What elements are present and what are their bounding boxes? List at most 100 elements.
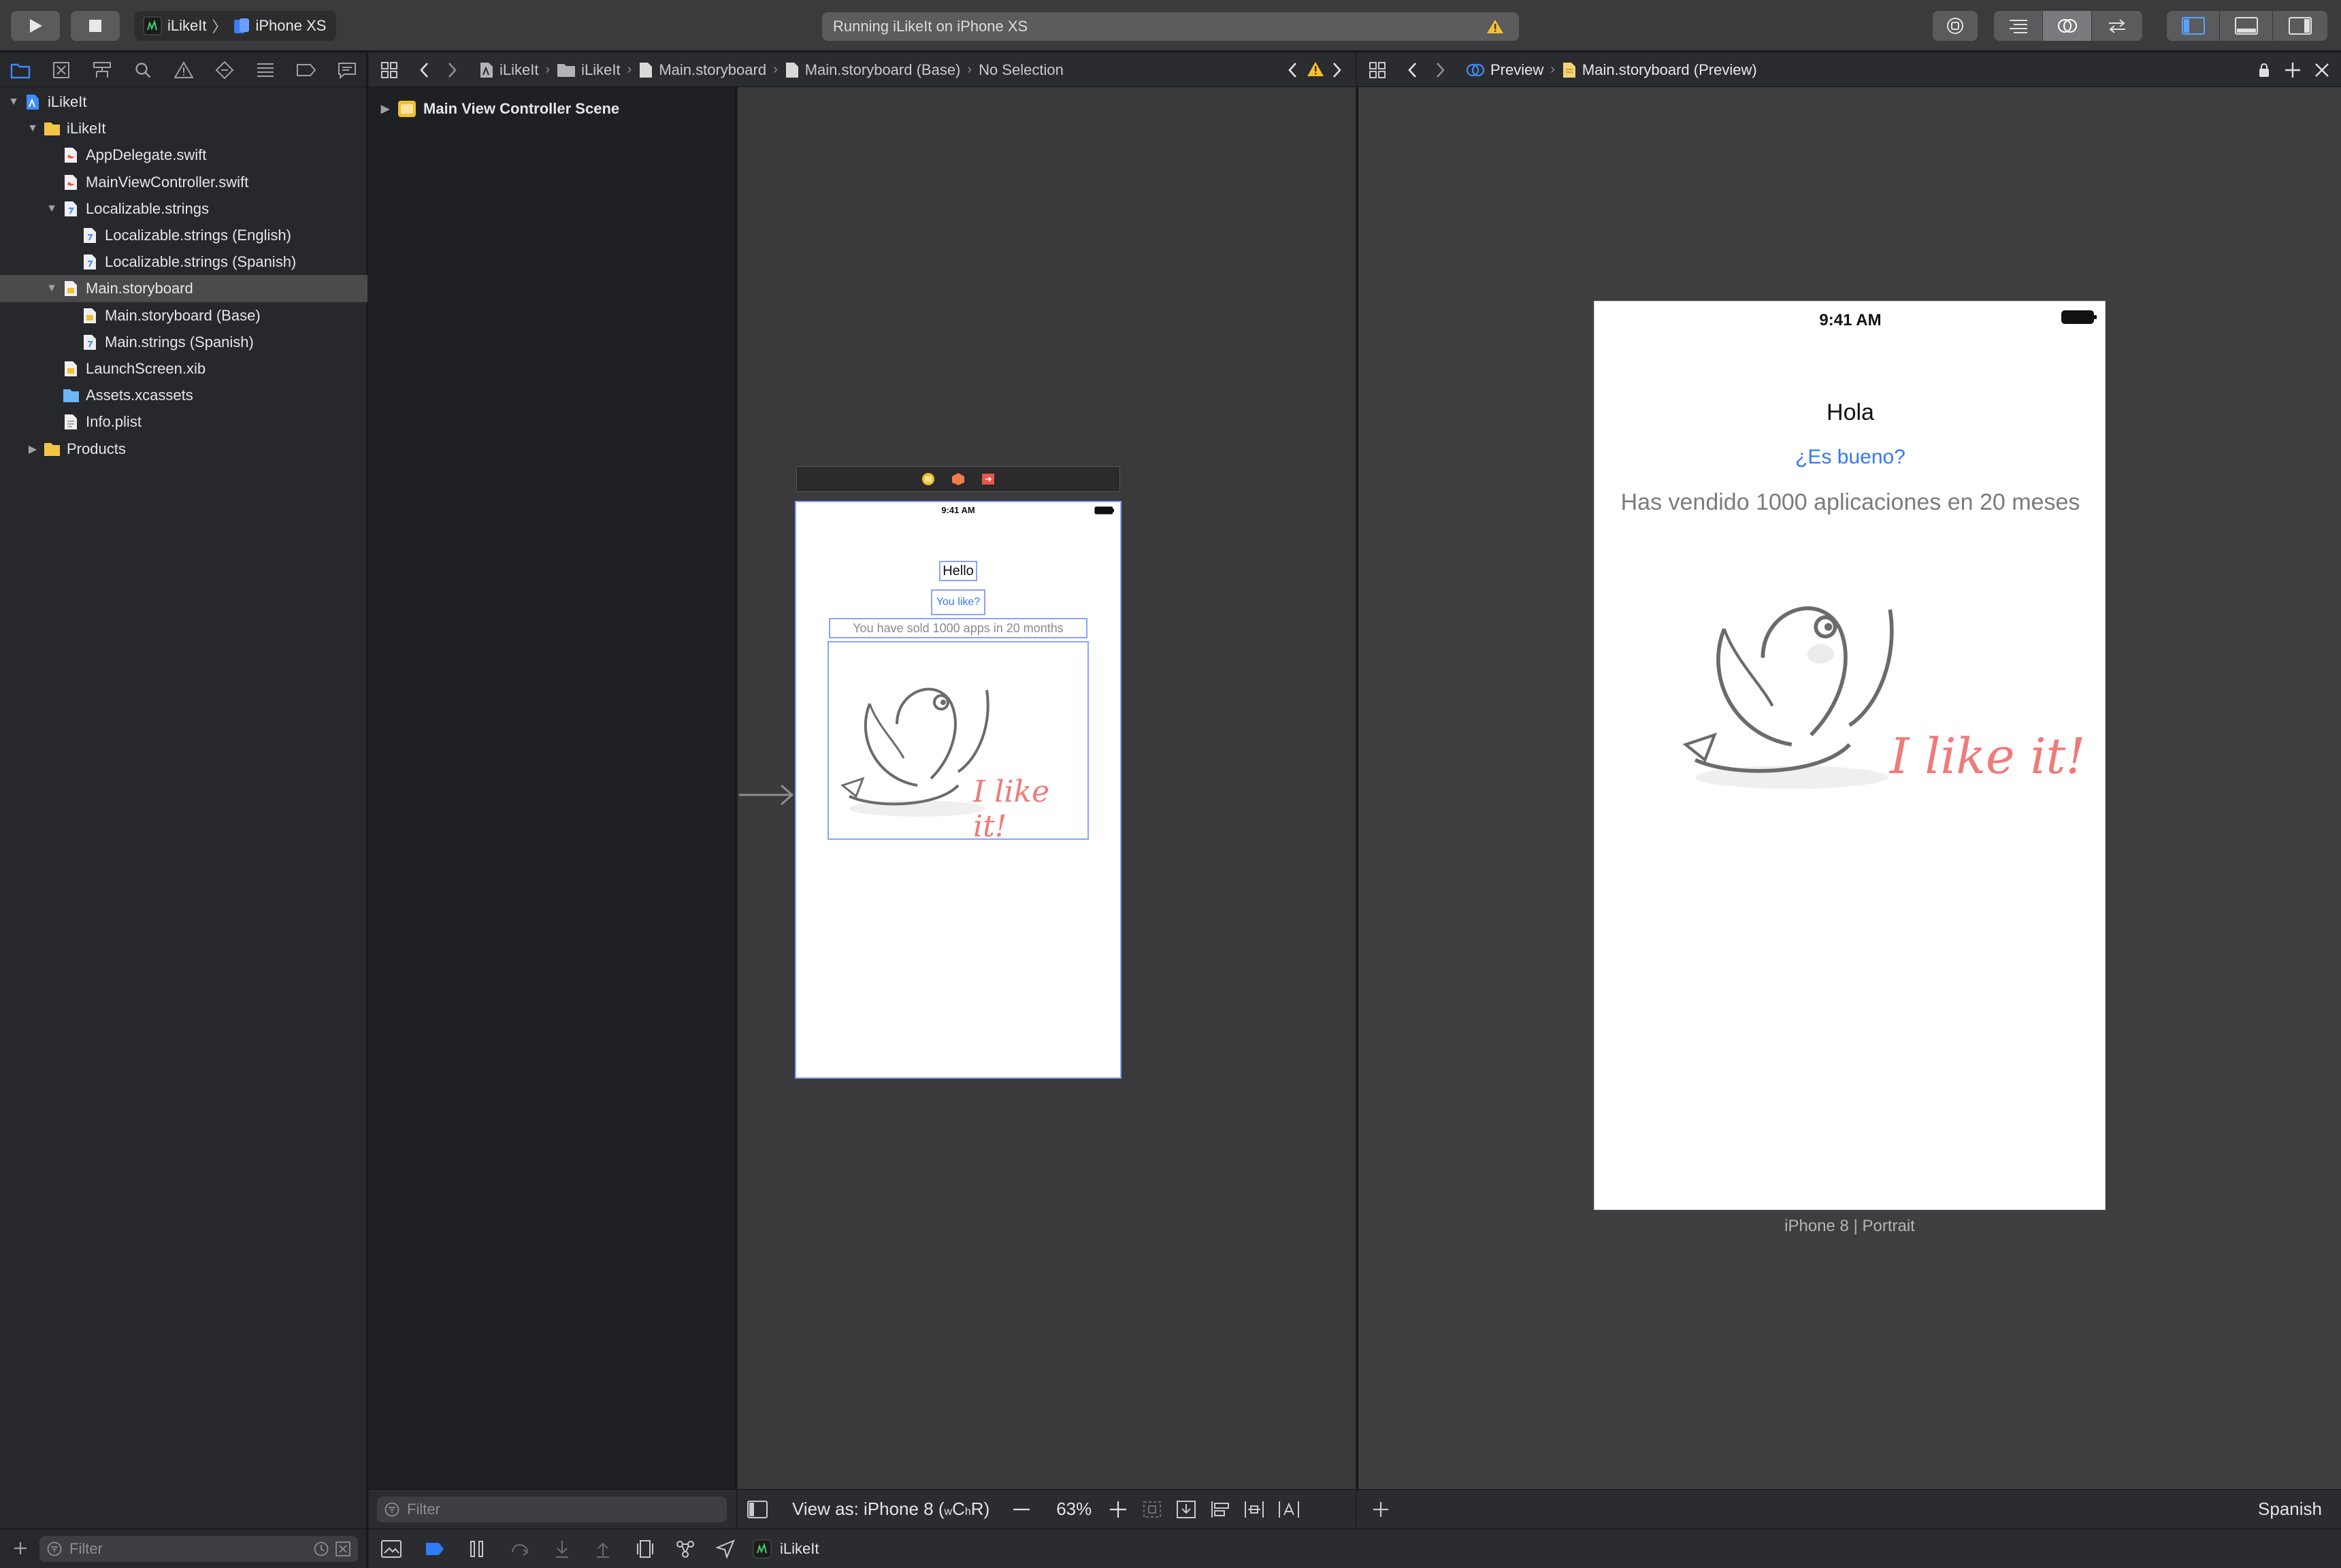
add-editor-icon[interactable] <box>2284 61 2302 79</box>
scene-like-button[interactable]: You like? <box>931 589 985 615</box>
disclosure-triangle-expanded-icon[interactable]: ▼ <box>45 202 59 216</box>
file-tree-row[interactable]: Localizable.strings (English) <box>0 222 367 249</box>
find-navigator-tab[interactable] <box>122 53 163 87</box>
breadcrumb-storyboard-base[interactable]: Main.storyboard (Base) <box>785 61 960 79</box>
disclosure-triangle-collapsed-icon[interactable]: ▶ <box>26 442 39 456</box>
disclosure-triangle-expanded-icon[interactable]: ▼ <box>45 282 59 295</box>
scene-sold-label[interactable]: You have sold 1000 apps in 20 months <box>829 618 1087 638</box>
breakpoint-navigator-tab[interactable] <box>286 53 327 87</box>
forward-chevron-icon[interactable] <box>446 61 459 80</box>
scene-image-view[interactable]: I like it! <box>828 641 1089 844</box>
hide-debug-area-icon[interactable] <box>381 1539 402 1558</box>
swift-file-icon <box>63 173 79 192</box>
assistant-editor-button[interactable] <box>2043 11 2092 41</box>
resolve-autolayout-icon[interactable] <box>1278 1500 1300 1519</box>
disclosure-triangle-collapsed-icon[interactable]: ▶ <box>378 102 392 116</box>
lock-icon[interactable] <box>2258 62 2270 78</box>
exit-icon[interactable] <box>981 472 995 486</box>
source-control-filter-icon[interactable] <box>335 1541 351 1557</box>
recent-files-clock-icon[interactable] <box>313 1541 329 1557</box>
add-icon[interactable] <box>12 1540 29 1556</box>
breadcrumb-selection[interactable]: No Selection <box>979 61 1064 79</box>
file-tree-row[interactable]: Localizable.strings (Spanish) <box>0 248 367 276</box>
memory-graph-icon[interactable] <box>675 1539 695 1558</box>
next-issue-chevron-icon[interactable] <box>1331 61 1343 80</box>
step-into-icon[interactable] <box>554 1539 570 1558</box>
warning-triangle-icon[interactable] <box>1486 18 1504 35</box>
navigator-filter-field[interactable]: Filter <box>39 1536 358 1562</box>
toggle-inspector-button[interactable] <box>2273 11 2327 41</box>
debug-view-hierarchy-icon[interactable] <box>636 1539 655 1558</box>
symbol-navigator-tab[interactable] <box>82 53 122 87</box>
warning-triangle-icon[interactable] <box>1307 61 1324 78</box>
disclosure-triangle-expanded-icon[interactable]: ▼ <box>7 95 20 109</box>
file-tree-row[interactable]: MainViewController.swift <box>0 169 367 196</box>
file-tree-row[interactable]: ▼ Main.storyboard <box>0 275 367 303</box>
align-icon[interactable] <box>1210 1500 1230 1519</box>
view-controller-icon[interactable] <box>921 472 935 486</box>
close-icon[interactable] <box>2314 62 2330 78</box>
embed-in-stack-icon[interactable] <box>1176 1500 1196 1519</box>
disclosure-triangle-expanded-icon[interactable]: ▼ <box>26 122 39 135</box>
back-chevron-icon[interactable] <box>418 61 430 80</box>
initial-view-controller-arrow[interactable] <box>738 781 796 808</box>
file-tree-row[interactable]: Info.plist <box>0 408 367 436</box>
first-responder-icon[interactable] <box>951 472 965 486</box>
project-navigator-tab[interactable] <box>0 53 41 87</box>
issue-navigator-tab[interactable] <box>163 53 204 87</box>
source-control-tab[interactable] <box>41 53 82 87</box>
scene-title-label[interactable]: Hello <box>939 561 977 581</box>
breadcrumb-preview-mode[interactable]: Preview <box>1466 61 1543 79</box>
file-tree-row[interactable]: LaunchScreen.xib <box>0 355 367 382</box>
zoom-out-icon[interactable] <box>1013 1507 1030 1512</box>
step-over-icon[interactable] <box>510 1540 529 1558</box>
related-items-grid-icon[interactable] <box>380 61 399 80</box>
test-navigator-tab[interactable] <box>204 53 245 87</box>
breadcrumb-group[interactable]: iLikeIt <box>557 61 621 79</box>
file-tree-row[interactable]: ▶ Products <box>0 436 367 463</box>
view-as-device-button[interactable]: View as: iPhone 8 ( w C h R) <box>792 1499 989 1520</box>
zoom-in-icon[interactable] <box>1109 1501 1127 1518</box>
step-out-icon[interactable] <box>595 1539 611 1558</box>
file-tree-label: MainViewController.swift <box>86 173 249 191</box>
preview-like-button[interactable]: ¿Es bueno? <box>1594 446 2106 469</box>
file-tree-label: iLikeIt <box>48 93 87 110</box>
forward-chevron-icon[interactable] <box>1435 61 1447 80</box>
breadcrumb-preview-file[interactable]: Main.storyboard (Preview) <box>1562 61 1757 79</box>
storyboard-scene-view[interactable]: 9:41 AM Hello You like? You have sold 10… <box>795 501 1122 1079</box>
file-tree-row[interactable]: Main.strings (Spanish) <box>0 329 367 356</box>
project-navigator: ▼ iLikeIt ▼ iLikeIt AppDelegate.swift MainVie… <box>0 53 367 1529</box>
activity-viewer: Running iLikeIt on iPhone XS <box>822 12 1519 41</box>
toggle-outline-icon[interactable] <box>747 1500 768 1518</box>
outline-scene-row[interactable]: ▶ Main View Controller Scene <box>378 98 619 120</box>
outline-filter-field[interactable]: Filter <box>377 1497 727 1522</box>
standard-editor-button[interactable] <box>1994 11 2043 41</box>
previous-issue-chevron-icon[interactable] <box>1286 61 1298 80</box>
pause-icon[interactable] <box>468 1539 486 1558</box>
file-tree-row[interactable]: ▼ iLikeIt <box>0 88 367 116</box>
breadcrumb-project[interactable]: iLikeIt <box>479 61 538 79</box>
version-editor-button[interactable] <box>2092 11 2142 41</box>
library-button[interactable] <box>1933 11 1978 41</box>
stop-button[interactable] <box>71 11 120 41</box>
related-items-grid-icon[interactable] <box>1368 61 1387 80</box>
file-tree-row[interactable]: Assets.xcassets <box>0 382 367 409</box>
update-frames-icon[interactable] <box>1142 1500 1162 1519</box>
file-tree-row[interactable]: Main.storyboard (Base) <box>0 302 367 329</box>
run-button[interactable] <box>11 11 60 41</box>
file-tree-row[interactable]: ▼ iLikeIt <box>0 115 367 142</box>
toggle-navigator-button[interactable] <box>2167 11 2220 41</box>
toggle-debug-area-button[interactable] <box>2220 11 2273 41</box>
file-tree-row[interactable]: AppDelegate.swift <box>0 142 367 169</box>
simulate-location-icon[interactable] <box>716 1539 735 1558</box>
file-tree-row[interactable]: ▼ Localizable.strings <box>0 195 367 223</box>
add-device-icon[interactable] <box>1372 1501 1390 1518</box>
breadcrumb-storyboard[interactable]: Main.storyboard <box>638 61 766 79</box>
add-constraints-icon[interactable] <box>1244 1500 1264 1519</box>
scheme-selector[interactable]: iLikeIt 〉 iPhone XS <box>135 11 336 41</box>
debug-navigator-tab[interactable] <box>245 53 286 87</box>
back-chevron-icon[interactable] <box>1406 61 1418 80</box>
report-navigator-tab[interactable] <box>327 53 367 87</box>
preview-language-selector[interactable]: Spanish <box>2258 1499 2322 1520</box>
breakpoints-toggle-icon[interactable] <box>425 1541 445 1557</box>
